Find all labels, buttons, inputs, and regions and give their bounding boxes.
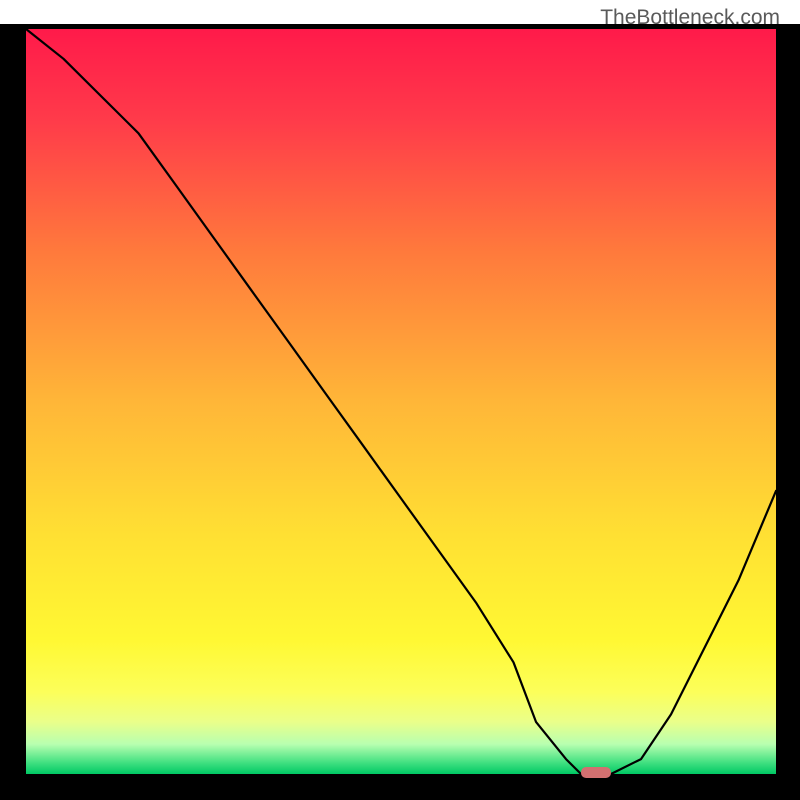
chart-container: TheBottleneck.com [0,0,800,800]
chart-svg [0,0,800,800]
minimum-marker [581,767,611,778]
plot-background [26,29,776,774]
watermark-text: TheBottleneck.com [600,6,780,30]
